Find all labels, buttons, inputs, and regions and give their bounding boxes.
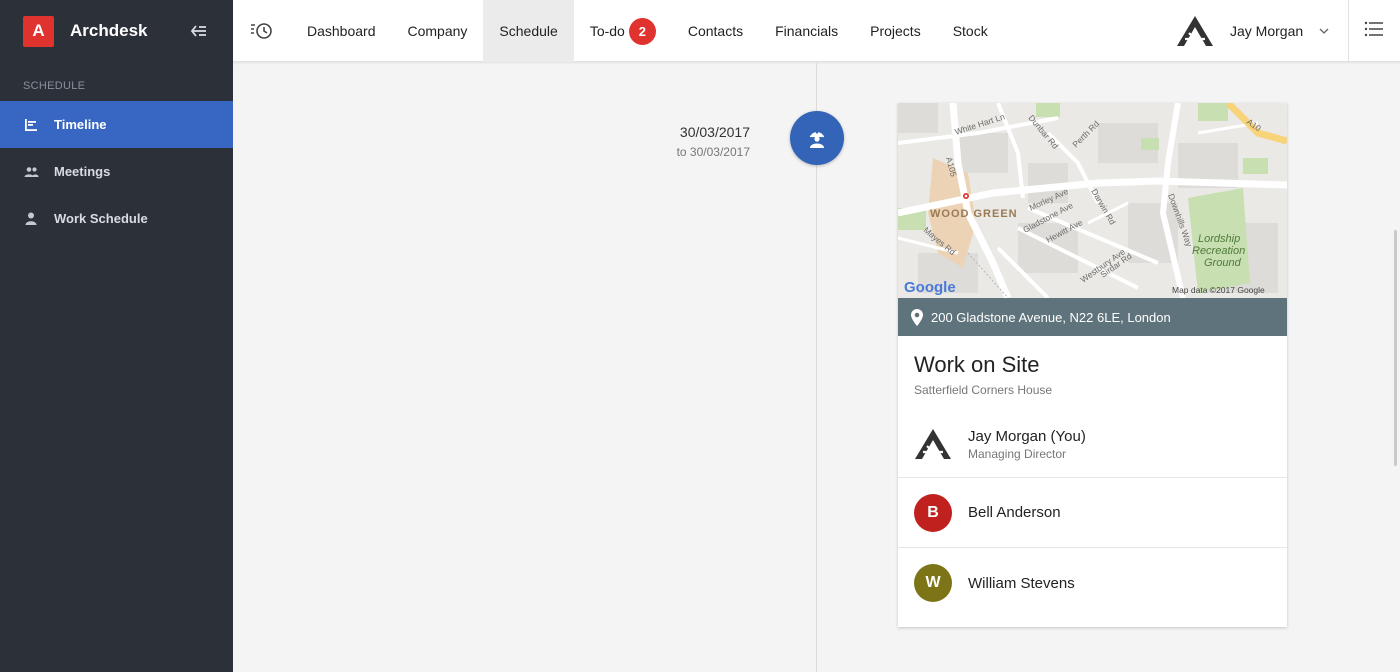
vertical-scrollbar[interactable] bbox=[1394, 230, 1397, 466]
owner-row[interactable]: Jay Morgan (You) Managing Director bbox=[898, 411, 1287, 478]
event-subtitle: Satterfield Corners House bbox=[914, 383, 1053, 397]
nav-projects[interactable]: Projects bbox=[854, 0, 937, 62]
address-text: 200 Gladstone Avenue, N22 6LE, London bbox=[931, 309, 1171, 325]
divider bbox=[1348, 0, 1349, 62]
nav-schedule[interactable]: Schedule bbox=[483, 0, 574, 62]
event-date-to: to 30/03/2017 bbox=[676, 145, 750, 159]
map-label: Recreation bbox=[1192, 245, 1245, 257]
nav-contacts[interactable]: Contacts bbox=[672, 0, 759, 62]
sidebar-item-timeline[interactable]: Timeline bbox=[0, 101, 233, 148]
map-graphic: White Hart Ln Dunbar Rd Perth Rd A10 A10… bbox=[898, 103, 1287, 298]
attendee-row[interactable]: W William Stevens bbox=[898, 548, 1287, 618]
address-bar[interactable]: 200 Gladstone Avenue, N22 6LE, London bbox=[898, 298, 1287, 336]
map-label: Ground bbox=[1204, 257, 1242, 269]
history-button[interactable] bbox=[250, 19, 274, 43]
user-menu[interactable]: Jay Morgan bbox=[1176, 0, 1329, 62]
map-label: WOOD GREEN bbox=[930, 208, 1018, 220]
sidebar-item-work-schedule[interactable]: Work Schedule bbox=[0, 195, 233, 242]
event-marker[interactable] bbox=[790, 111, 844, 165]
nav-stock[interactable]: Stock bbox=[937, 0, 1004, 62]
attendee-name: Bell Anderson bbox=[968, 504, 1061, 521]
sidebar: A Archdesk SCHEDULE Timeline Meetings Wo… bbox=[0, 0, 233, 672]
nav-todo-label: To-do bbox=[589, 23, 625, 39]
event-date: 30/03/2017 bbox=[679, 124, 750, 140]
sidebar-item-label: Work Schedule bbox=[54, 211, 148, 226]
attendee-name: William Stevens bbox=[968, 574, 1075, 592]
app-name[interactable]: Archdesk bbox=[70, 21, 187, 41]
owner-info: Jay Morgan (You) Managing Director bbox=[968, 428, 1086, 461]
sidebar-section-label: SCHEDULE bbox=[23, 80, 86, 92]
list-menu-button[interactable] bbox=[1364, 21, 1386, 41]
list-icon bbox=[1364, 21, 1383, 37]
app-logo[interactable]: A bbox=[23, 15, 54, 47]
user-name: Jay Morgan bbox=[1230, 23, 1304, 39]
location-pin-icon bbox=[911, 308, 923, 326]
nav-dashboard[interactable]: Dashboard bbox=[291, 0, 392, 62]
chevron-down-icon bbox=[1319, 28, 1329, 34]
google-logo: Google bbox=[904, 279, 956, 296]
nav-company[interactable]: Company bbox=[392, 0, 484, 62]
collapse-arrow-icon bbox=[191, 25, 206, 37]
sidebar-item-label: Meetings bbox=[54, 164, 111, 179]
timeline-icon bbox=[23, 117, 39, 133]
company-logo-icon bbox=[915, 429, 951, 459]
attendee-info: William Stevens bbox=[968, 575, 1075, 592]
attendee-info: Bell Anderson bbox=[968, 504, 1061, 521]
owner-name: Jay Morgan (You) bbox=[968, 427, 1086, 445]
location-map[interactable]: White Hart Ln Dunbar Rd Perth Rd A10 A10… bbox=[898, 103, 1287, 298]
map-attribution: Map data ©2017 Google bbox=[1172, 285, 1265, 295]
owner-role: Managing Director bbox=[968, 446, 1067, 461]
nav-todo[interactable]: To-do 2 bbox=[574, 0, 672, 62]
sidebar-item-label: Timeline bbox=[54, 117, 107, 132]
main-nav: Dashboard Company Schedule To-do 2 Conta… bbox=[291, 0, 1004, 62]
top-navigation-bar: Dashboard Company Schedule To-do 2 Conta… bbox=[233, 0, 1400, 62]
person-icon bbox=[23, 211, 39, 227]
map-label: Lordship bbox=[1198, 233, 1240, 245]
history-clock-icon bbox=[251, 23, 272, 39]
avatar: B bbox=[914, 493, 952, 532]
people-icon bbox=[23, 164, 39, 180]
brand-header: A Archdesk bbox=[0, 0, 233, 62]
worker-icon bbox=[810, 130, 824, 148]
collapse-sidebar-button[interactable] bbox=[187, 19, 211, 43]
sidebar-item-meetings[interactable]: Meetings bbox=[0, 148, 233, 195]
todo-count-badge: 2 bbox=[628, 17, 656, 45]
company-logo-icon bbox=[1177, 16, 1213, 46]
attendee-row[interactable]: B Bell Anderson bbox=[898, 478, 1287, 548]
event-title: Work on Site bbox=[914, 352, 1040, 377]
event-card: White Hart Ln Dunbar Rd Perth Rd A10 A10… bbox=[898, 103, 1287, 627]
nav-financials[interactable]: Financials bbox=[759, 0, 854, 62]
avatar: W bbox=[914, 564, 952, 602]
